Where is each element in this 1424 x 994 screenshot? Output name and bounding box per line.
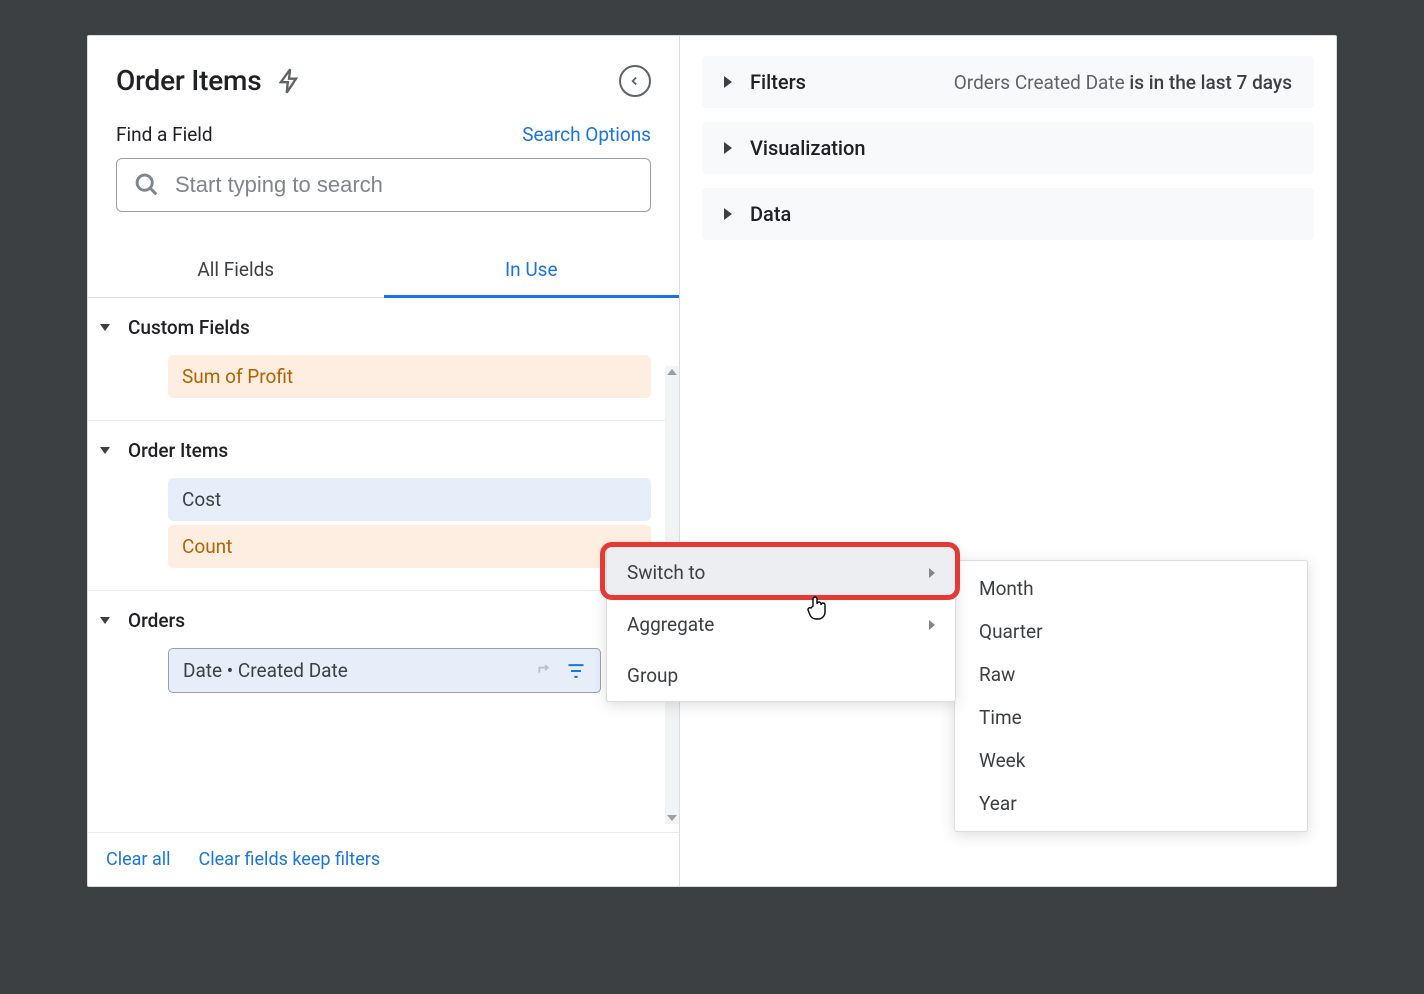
chevron-right-icon (724, 142, 732, 154)
ctx-aggregate-label: Aggregate (627, 613, 714, 636)
field-row-created-date: Date • Created Date i (168, 648, 679, 693)
caret-down-icon (100, 617, 110, 624)
submenu-year[interactable]: Year (955, 782, 1307, 825)
section-header-orders[interactable]: Orders (88, 609, 679, 644)
clear-all-link[interactable]: Clear all (106, 849, 171, 870)
search-options-link[interactable]: Search Options (522, 123, 651, 146)
lightning-icon (275, 67, 303, 95)
section-title-order-items: Order Items (128, 439, 228, 462)
search-box[interactable] (116, 158, 651, 212)
section-header-custom[interactable]: Custom Fields (88, 316, 679, 351)
explore-title: Order Items (116, 64, 261, 97)
tab-all-fields[interactable]: All Fields (88, 240, 384, 297)
chevron-right-icon (724, 208, 732, 220)
scroll-up-icon (667, 369, 677, 375)
switch-to-submenu: Month Quarter Raw Time Week Year (954, 560, 1308, 832)
submenu-month[interactable]: Month (955, 567, 1307, 610)
accordion-data[interactable]: Data (702, 188, 1314, 240)
section-orders: Orders Date • Created Date i (88, 591, 679, 715)
search-input[interactable] (175, 172, 634, 198)
field-created-date-label: Date • Created Date (183, 659, 348, 682)
section-title-orders: Orders (128, 609, 185, 632)
explore-app: Order Items Find a Field Search Options … (87, 35, 1337, 887)
ctx-aggregate[interactable]: Aggregate (607, 599, 955, 650)
ctx-switch-to[interactable]: Switch to (607, 547, 955, 598)
caret-down-icon (100, 447, 110, 454)
ctx-group-label: Group (627, 664, 678, 687)
tab-in-use[interactable]: In Use (384, 240, 680, 297)
section-title-custom: Custom Fields (128, 316, 250, 339)
accordion-filters-desc: Orders Created Date is in the last 7 day… (954, 71, 1292, 94)
field-sum-of-profit[interactable]: Sum of Profit (168, 355, 651, 398)
submenu-raw[interactable]: Raw (955, 653, 1307, 696)
submenu-quarter[interactable]: Quarter (955, 610, 1307, 653)
chevron-right-icon (929, 620, 935, 630)
field-list: Custom Fields Sum of Profit Order Items … (88, 298, 679, 832)
collapse-button[interactable] (619, 65, 651, 97)
find-field-label: Find a Field (116, 123, 213, 146)
section-order-items: Order Items Cost Count (88, 421, 679, 591)
find-field-row: Find a Field Search Options (88, 115, 679, 158)
accordion-filters[interactable]: Filters Orders Created Date is in the la… (702, 56, 1314, 108)
accordion-filters-label: Filters (750, 70, 806, 94)
submenu-time[interactable]: Time (955, 696, 1307, 739)
explore-header: Order Items (88, 36, 679, 115)
field-picker-pane: Order Items Find a Field Search Options … (88, 36, 680, 886)
search-icon (133, 171, 161, 199)
chevron-left-icon (628, 74, 642, 88)
ctx-group[interactable]: Group (607, 650, 955, 701)
submenu-week[interactable]: Week (955, 739, 1307, 782)
accordion-visualization[interactable]: Visualization (702, 122, 1314, 174)
section-custom-fields: Custom Fields Sum of Profit (88, 298, 679, 421)
chevron-right-icon (929, 568, 935, 578)
field-cost[interactable]: Cost (168, 478, 651, 521)
clear-fields-keep-filters-link[interactable]: Clear fields keep filters (199, 849, 381, 870)
filter-icon[interactable] (566, 661, 586, 681)
ctx-switch-to-label: Switch to (627, 561, 705, 584)
field-context-menu: Switch to Aggregate Group (606, 546, 956, 702)
field-picker-footer: Clear all Clear fields keep filters (88, 832, 679, 886)
chevron-right-icon (724, 76, 732, 88)
field-created-date[interactable]: Date • Created Date (168, 648, 601, 693)
accordion-visualization-label: Visualization (750, 136, 865, 160)
caret-down-icon (100, 324, 110, 331)
section-header-order-items[interactable]: Order Items (88, 439, 679, 474)
field-count[interactable]: Count (168, 525, 651, 568)
field-action-icons (536, 661, 586, 681)
field-tabs: All Fields In Use (88, 240, 679, 298)
accordion-data-label: Data (750, 202, 791, 226)
scroll-down-icon (667, 815, 677, 821)
pivot-icon[interactable] (536, 661, 556, 681)
